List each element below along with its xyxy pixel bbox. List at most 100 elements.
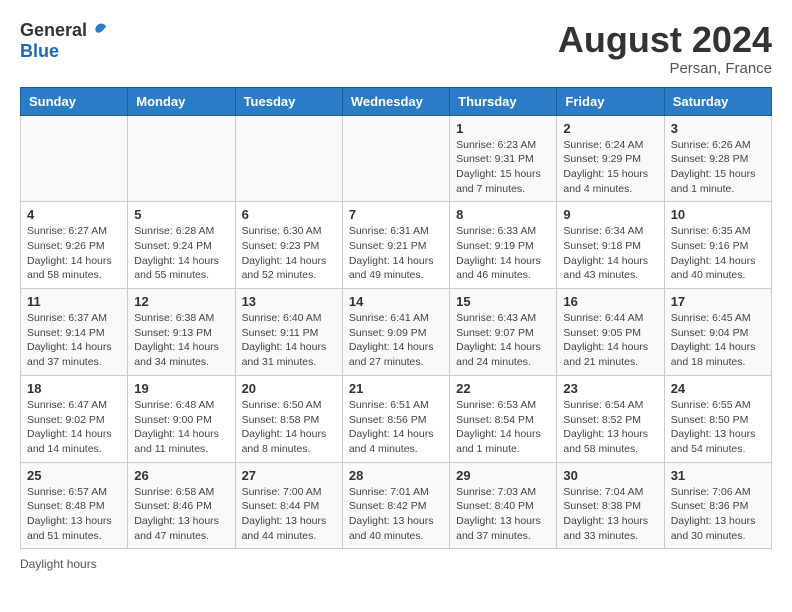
week-row-5: 25Sunrise: 6:57 AM Sunset: 8:48 PM Dayli… (21, 462, 772, 549)
day-info: Sunrise: 6:48 AM Sunset: 9:00 PM Dayligh… (134, 398, 228, 457)
calendar-cell: 30 Sunrise: 7:04 AM Sunset: 8:38 PM Dayli… (557, 462, 664, 549)
day-info: Sunrise: 7:00 AM Sunset: 8:44 PM Dayligh… (242, 485, 336, 544)
calendar-cell: 23Sunrise: 6:54 AM Sunset: 8:52 PM Dayli… (557, 375, 664, 462)
day-number: 22 (456, 381, 550, 396)
day-info: Sunrise: 6:37 AM Sunset: 9:14 PM Dayligh… (27, 311, 121, 370)
day-info: Sunrise: 6:41 AM Sunset: 9:09 PM Dayligh… (349, 311, 443, 370)
day-number: 14 (349, 294, 443, 309)
calendar-cell: 8 Sunrise: 6:33 AM Sunset: 9:19 PM Daylig… (450, 202, 557, 289)
calendar-table: SundayMondayTuesdayWednesdayThursdayFrid… (20, 87, 772, 550)
day-info: Sunrise: 6:28 AM Sunset: 9:24 PM Dayligh… (134, 224, 228, 283)
page-header: General Blue August 2024 Persan, France (20, 20, 772, 77)
day-info: Sunrise: 6:45 AM Sunset: 9:04 PM Dayligh… (671, 311, 765, 370)
week-row-3: 11 Sunrise: 6:37 AM Sunset: 9:14 PM Dayli… (21, 289, 772, 376)
month-year-title: August 2024 (558, 20, 772, 60)
calendar-cell: 19 Sunrise: 6:48 AM Sunset: 9:00 PM Dayli… (128, 375, 235, 462)
calendar-cell (235, 115, 342, 202)
day-info: Sunrise: 6:43 AM Sunset: 9:07 PM Dayligh… (456, 311, 550, 370)
logo: General Blue (20, 20, 109, 62)
day-number: 10 (671, 207, 765, 222)
logo-bird-icon (89, 21, 109, 41)
day-number: 5 (134, 207, 228, 222)
day-number: 8 (456, 207, 550, 222)
day-number: 7 (349, 207, 443, 222)
footer-label: Daylight hours (20, 557, 97, 571)
day-number: 27 (242, 468, 336, 483)
calendar-cell: 29Sunrise: 7:03 AM Sunset: 8:40 PM Dayli… (450, 462, 557, 549)
location-subtitle: Persan, France (558, 60, 772, 77)
header-monday: Monday (128, 87, 235, 115)
header-saturday: Saturday (664, 87, 771, 115)
day-info: Sunrise: 7:04 AM Sunset: 8:38 PM Dayligh… (563, 485, 657, 544)
day-info: Sunrise: 6:27 AM Sunset: 9:26 PM Dayligh… (27, 224, 121, 283)
day-number: 12 (134, 294, 228, 309)
day-number: 23 (563, 381, 657, 396)
day-number: 21 (349, 381, 443, 396)
header-sunday: Sunday (21, 87, 128, 115)
logo-general: General (20, 20, 87, 41)
calendar-cell (21, 115, 128, 202)
day-number: 24 (671, 381, 765, 396)
calendar-cell: 22 Sunrise: 6:53 AM Sunset: 8:54 PM Dayli… (450, 375, 557, 462)
day-info: Sunrise: 6:31 AM Sunset: 9:21 PM Dayligh… (349, 224, 443, 283)
calendar-cell: 13 Sunrise: 6:40 AM Sunset: 9:11 PM Dayli… (235, 289, 342, 376)
day-info: Sunrise: 6:58 AM Sunset: 8:46 PM Dayligh… (134, 485, 228, 544)
day-number: 26 (134, 468, 228, 483)
day-number: 13 (242, 294, 336, 309)
calendar-cell: 21Sunrise: 6:51 AM Sunset: 8:56 PM Dayli… (342, 375, 449, 462)
calendar-cell: 15Sunrise: 6:43 AM Sunset: 9:07 PM Dayli… (450, 289, 557, 376)
day-info: Sunrise: 6:53 AM Sunset: 8:54 PM Dayligh… (456, 398, 550, 457)
week-row-1: 1 Sunrise: 6:23 AM Sunset: 9:31 PM Daylig… (21, 115, 772, 202)
day-info: Sunrise: 7:03 AM Sunset: 8:40 PM Dayligh… (456, 485, 550, 544)
day-number: 16 (563, 294, 657, 309)
day-number: 28 (349, 468, 443, 483)
day-number: 11 (27, 294, 121, 309)
day-info: Sunrise: 7:01 AM Sunset: 8:42 PM Dayligh… (349, 485, 443, 544)
day-number: 19 (134, 381, 228, 396)
calendar-cell: 1 Sunrise: 6:23 AM Sunset: 9:31 PM Daylig… (450, 115, 557, 202)
day-number: 6 (242, 207, 336, 222)
calendar-cell: 17 Sunrise: 6:45 AM Sunset: 9:04 PM Dayli… (664, 289, 771, 376)
calendar-cell: 3 Sunrise: 6:26 AM Sunset: 9:28 PM Daylig… (664, 115, 771, 202)
week-row-2: 4 Sunrise: 6:27 AM Sunset: 9:26 PM Daylig… (21, 202, 772, 289)
header-wednesday: Wednesday (342, 87, 449, 115)
day-number: 30 (563, 468, 657, 483)
day-info: Sunrise: 7:06 AM Sunset: 8:36 PM Dayligh… (671, 485, 765, 544)
footer: Daylight hours (20, 557, 772, 571)
calendar-cell: 11 Sunrise: 6:37 AM Sunset: 9:14 PM Dayli… (21, 289, 128, 376)
header-tuesday: Tuesday (235, 87, 342, 115)
day-info: Sunrise: 6:47 AM Sunset: 9:02 PM Dayligh… (27, 398, 121, 457)
calendar-cell: 5 Sunrise: 6:28 AM Sunset: 9:24 PM Daylig… (128, 202, 235, 289)
calendar-cell: 10 Sunrise: 6:35 AM Sunset: 9:16 PM Dayli… (664, 202, 771, 289)
day-info: Sunrise: 6:30 AM Sunset: 9:23 PM Dayligh… (242, 224, 336, 283)
day-number: 25 (27, 468, 121, 483)
day-number: 2 (563, 121, 657, 136)
calendar-cell: 31 Sunrise: 7:06 AM Sunset: 8:36 PM Dayli… (664, 462, 771, 549)
day-number: 4 (27, 207, 121, 222)
day-info: Sunrise: 6:33 AM Sunset: 9:19 PM Dayligh… (456, 224, 550, 283)
calendar-cell: 2 Sunrise: 6:24 AM Sunset: 9:29 PM Daylig… (557, 115, 664, 202)
header-thursday: Thursday (450, 87, 557, 115)
day-info: Sunrise: 6:34 AM Sunset: 9:18 PM Dayligh… (563, 224, 657, 283)
calendar-cell: 18 Sunrise: 6:47 AM Sunset: 9:02 PM Dayli… (21, 375, 128, 462)
day-number: 1 (456, 121, 550, 136)
day-info: Sunrise: 6:24 AM Sunset: 9:29 PM Dayligh… (563, 138, 657, 197)
day-info: Sunrise: 6:26 AM Sunset: 9:28 PM Dayligh… (671, 138, 765, 197)
calendar-cell: 4 Sunrise: 6:27 AM Sunset: 9:26 PM Daylig… (21, 202, 128, 289)
day-info: Sunrise: 6:40 AM Sunset: 9:11 PM Dayligh… (242, 311, 336, 370)
day-info: Sunrise: 6:23 AM Sunset: 9:31 PM Dayligh… (456, 138, 550, 197)
day-number: 3 (671, 121, 765, 136)
calendar-cell: 16Sunrise: 6:44 AM Sunset: 9:05 PM Dayli… (557, 289, 664, 376)
calendar-cell: 24Sunrise: 6:55 AM Sunset: 8:50 PM Dayli… (664, 375, 771, 462)
calendar-cell: 27 Sunrise: 7:00 AM Sunset: 8:44 PM Dayli… (235, 462, 342, 549)
day-number: 9 (563, 207, 657, 222)
calendar-cell: 6 Sunrise: 6:30 AM Sunset: 9:23 PM Daylig… (235, 202, 342, 289)
day-info: Sunrise: 6:35 AM Sunset: 9:16 PM Dayligh… (671, 224, 765, 283)
day-number: 31 (671, 468, 765, 483)
calendar-cell (128, 115, 235, 202)
day-number: 18 (27, 381, 121, 396)
week-row-4: 18 Sunrise: 6:47 AM Sunset: 9:02 PM Dayli… (21, 375, 772, 462)
calendar-cell: 20Sunrise: 6:50 AM Sunset: 8:58 PM Dayli… (235, 375, 342, 462)
calendar-cell: 14 Sunrise: 6:41 AM Sunset: 9:09 PM Dayli… (342, 289, 449, 376)
day-number: 17 (671, 294, 765, 309)
